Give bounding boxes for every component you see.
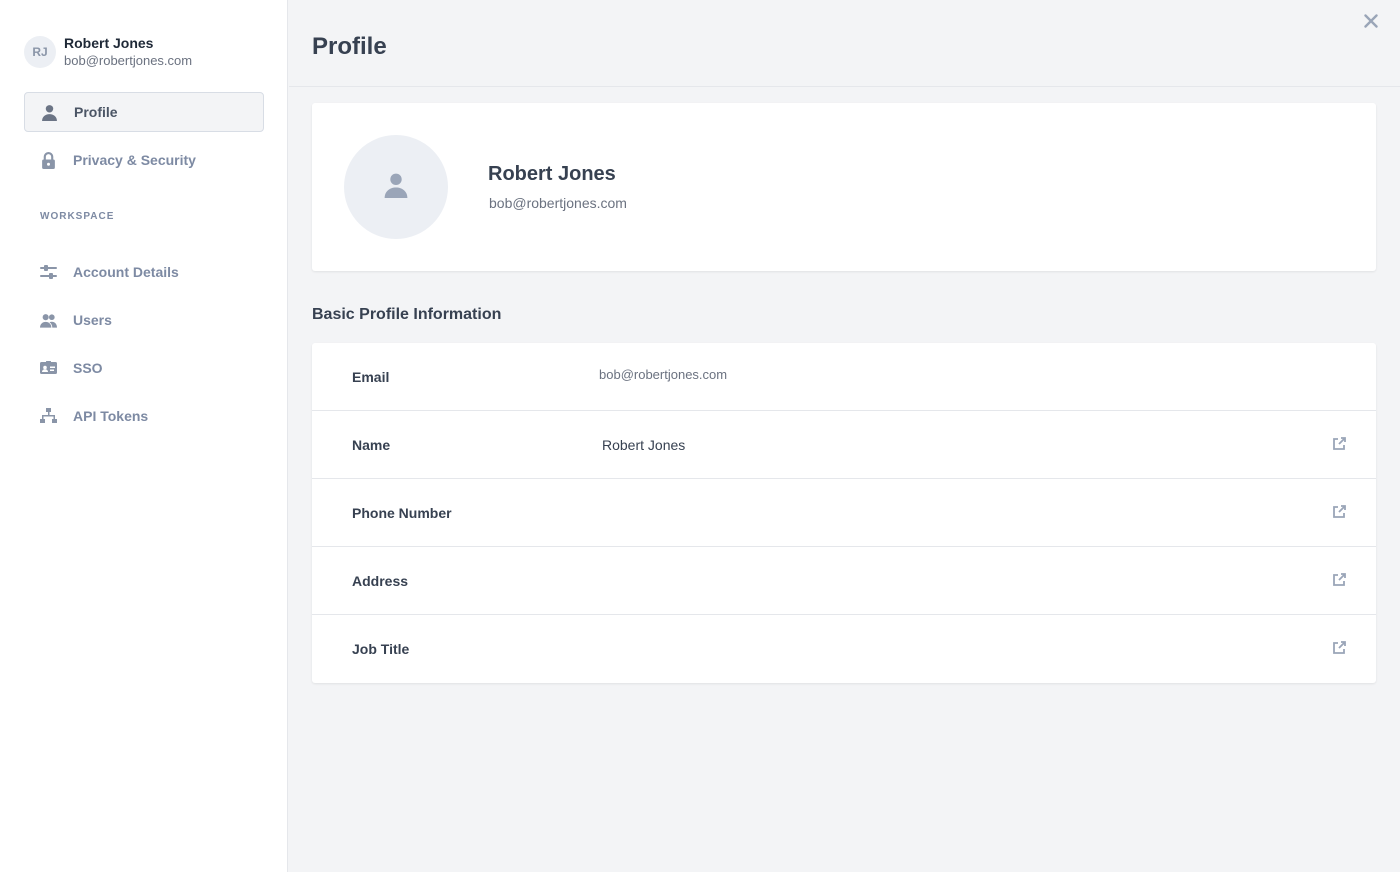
user-icon [383, 172, 409, 203]
sidebar-item-label: Account Details [73, 264, 179, 280]
sidebar-item-privacy-security[interactable]: Privacy & Security [24, 140, 264, 180]
id-card-icon [40, 360, 57, 377]
basic-info-card: Email bob@robertjones.com Name Robert Jo… [312, 343, 1376, 683]
sidebar-item-sso[interactable]: SSO [24, 348, 264, 388]
sliders-icon [40, 264, 57, 281]
main-header: Profile [289, 0, 1400, 87]
edit-icon[interactable] [1332, 573, 1348, 589]
user-email: bob@robertjones.com [64, 53, 193, 68]
lock-icon [40, 151, 57, 169]
field-label: Name [352, 437, 391, 453]
field-label: Job Title [352, 641, 410, 657]
hierarchy-icon [40, 408, 57, 425]
profile-card: Robert Jones bob@robertjones.com [312, 103, 1376, 271]
page-title: Profile [312, 33, 387, 60]
sidebar-item-api-tokens[interactable]: API Tokens [24, 396, 264, 436]
info-row-email: Email bob@robertjones.com [312, 343, 1376, 411]
user-text: Robert Jones bob@robertjones.com [64, 34, 192, 70]
users-icon [40, 312, 57, 329]
info-row-phone-number: Phone Number [312, 479, 1376, 547]
sidebar-item-label: Privacy & Security [73, 152, 196, 168]
close-button[interactable] [1360, 12, 1382, 34]
basic-info-title: Basic Profile Information [312, 306, 502, 323]
sidebar-item-account-details[interactable]: Account Details [24, 252, 264, 292]
field-value: bob@robertjones.com [599, 367, 728, 382]
sidebar-item-users[interactable]: Users [24, 300, 264, 340]
edit-icon[interactable] [1332, 641, 1348, 657]
sidebar-item-label: SSO [73, 360, 103, 376]
field-label: Address [352, 573, 409, 589]
sidebar-item-label: Profile [74, 104, 118, 120]
info-row-job-title: Job Title [312, 615, 1376, 683]
field-label: Email [352, 369, 390, 385]
sidebar-item-label: API Tokens [73, 408, 149, 424]
edit-icon[interactable] [1332, 437, 1348, 453]
edit-icon[interactable] [1332, 505, 1348, 521]
profile-avatar[interactable] [344, 135, 448, 239]
user-summary: RJ Robert Jones bob@robertjones.com [24, 34, 192, 70]
user-icon [41, 104, 58, 121]
field-value: Robert Jones [602, 437, 686, 453]
info-row-address: Address [312, 547, 1376, 615]
sidebar-item-profile[interactable]: Profile [24, 92, 264, 132]
sidebar: RJ Robert Jones bob@robertjones.com Prof… [0, 0, 288, 872]
workspace-section-label: WORKSPACE [40, 211, 115, 222]
field-label: Phone Number [352, 505, 452, 521]
user-name: Robert Jones [64, 35, 154, 51]
sidebar-item-label: Users [73, 312, 112, 328]
info-row-name: Name Robert Jones [312, 411, 1376, 479]
profile-name: Robert Jones [488, 163, 616, 185]
profile-email: bob@robertjones.com [489, 195, 627, 211]
close-icon [1364, 13, 1378, 33]
avatar: RJ [24, 36, 56, 68]
